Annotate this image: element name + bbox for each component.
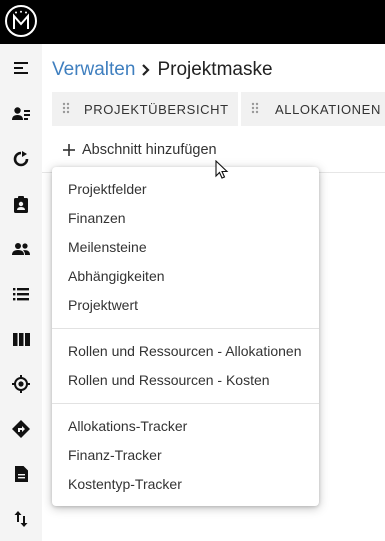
document-icon[interactable] xyxy=(0,454,42,494)
clipboard-user-icon[interactable] xyxy=(0,184,42,224)
tab-projektuebersicht[interactable]: PROJEKTÜBERSICHT xyxy=(52,92,241,126)
sidebar xyxy=(0,44,42,541)
target-icon[interactable] xyxy=(0,364,42,404)
breadcrumb: Verwalten Projektmaske xyxy=(52,58,273,82)
menu-item-kostentyp-tracker[interactable]: Kostentyp-Tracker xyxy=(52,469,319,498)
tab-label: ALLOKATIONEN xyxy=(275,101,381,117)
mouse-cursor-icon xyxy=(215,159,229,185)
plus-icon xyxy=(62,143,76,157)
menu-item-abhaengigkeiten[interactable]: Abhängigkeiten xyxy=(52,261,319,290)
top-bar xyxy=(0,0,385,44)
menu-divider xyxy=(52,403,319,404)
menu-divider xyxy=(52,328,319,329)
chevron-right-icon xyxy=(141,63,151,77)
add-section-menu: Projektfelder Finanzen Meilensteine Abhä… xyxy=(52,167,319,506)
sort-arrows-icon[interactable] xyxy=(0,499,42,539)
list-icon[interactable] xyxy=(0,274,42,314)
add-section-label: Abschnitt hinzufügen xyxy=(82,142,217,158)
menu-item-projektfelder[interactable]: Projektfelder xyxy=(52,174,319,203)
add-section-button[interactable]: Abschnitt hinzufügen xyxy=(62,140,217,160)
tab-bar: PROJEKTÜBERSICHT ALLOKATIONEN xyxy=(52,92,385,126)
drag-handle-icon[interactable] xyxy=(251,102,261,117)
page-title: Projektmaske xyxy=(157,59,273,80)
menu-item-meilensteine[interactable]: Meilensteine xyxy=(52,232,319,261)
drag-handle-icon[interactable] xyxy=(62,102,70,117)
directions-icon[interactable] xyxy=(0,409,42,449)
refresh-icon[interactable] xyxy=(0,139,42,179)
menu-item-allokations-tracker[interactable]: Allokations-Tracker xyxy=(52,411,319,440)
menu-item-projektwert[interactable]: Projektwert xyxy=(52,290,319,319)
menu-item-rollen-allokationen[interactable]: Rollen und Ressourcen - Allokationen xyxy=(52,336,319,365)
user-list-icon[interactable] xyxy=(0,94,42,134)
menu-item-rollen-kosten[interactable]: Rollen und Ressourcen - Kosten xyxy=(52,365,319,394)
app-logo[interactable] xyxy=(5,5,37,37)
menu-item-finanz-tracker[interactable]: Finanz-Tracker xyxy=(52,440,319,469)
menu-collapse-icon[interactable] xyxy=(0,48,42,88)
people-icon[interactable] xyxy=(0,229,42,269)
breadcrumb-parent-link[interactable]: Verwalten xyxy=(52,59,135,81)
tab-allokationen[interactable]: ALLOKATIONEN xyxy=(241,92,385,126)
menu-item-finanzen[interactable]: Finanzen xyxy=(52,203,319,232)
columns-icon[interactable] xyxy=(0,319,42,359)
tab-label: PROJEKTÜBERSICHT xyxy=(84,101,229,117)
